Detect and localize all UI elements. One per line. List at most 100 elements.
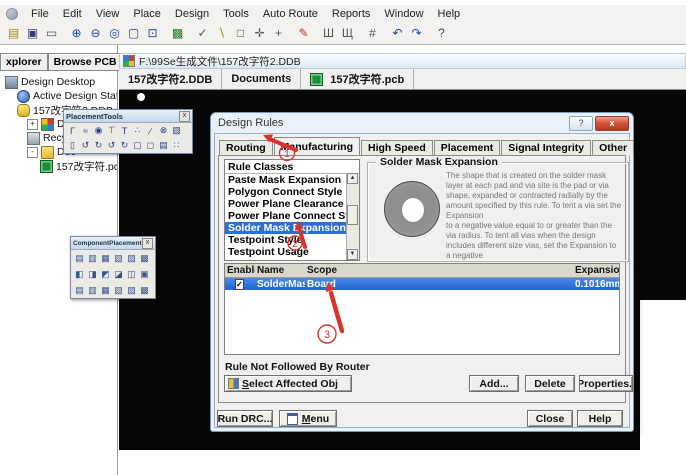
open-folder-icon[interactable]: ▤ — [5, 25, 22, 42]
rule-class-item[interactable]: Testpoint Style — [225, 234, 359, 246]
spread-tool-icon[interactable]: ▧ — [112, 251, 125, 265]
doc-tab-pcb[interactable]: 157改字符.pcb — [301, 69, 414, 89]
zoom-document-icon[interactable]: ▢ — [125, 25, 142, 42]
align-tool-icon[interactable]: ◧ — [73, 267, 86, 281]
dialog-help-icon[interactable]: ? — [569, 116, 593, 131]
menu-design[interactable]: Design — [168, 7, 216, 21]
library2-icon[interactable]: Щ — [339, 25, 356, 42]
image-icon[interactable]: ▩ — [169, 25, 186, 42]
add-button[interactable]: Add... — [469, 375, 519, 392]
arc-edge-tool-icon[interactable]: ↺ — [105, 139, 118, 152]
redo-icon[interactable]: ↷ — [408, 25, 425, 42]
scroll-up-icon[interactable]: ▲ — [347, 173, 358, 184]
spread-tool-icon[interactable]: ▨ — [125, 251, 138, 265]
rule-class-item[interactable]: Paste Mask Expansion — [225, 174, 359, 186]
tree-item-pcb-file[interactable]: 157改字符.pcb — [0, 159, 117, 173]
menu-window[interactable]: Window — [377, 7, 430, 21]
run-drc-button[interactable]: Run DRC... — [217, 410, 273, 427]
zoom-in-icon[interactable]: ⊕ — [68, 25, 85, 42]
rule-class-item[interactable]: Power Plane Connect Sty — [225, 210, 359, 222]
menu-view[interactable]: View — [89, 7, 127, 21]
align-tool-icon[interactable]: ◩ — [99, 267, 112, 281]
track-tool-icon[interactable]: Γ — [66, 124, 79, 137]
array-tool-icon[interactable]: ∷ — [170, 139, 183, 152]
component-placement-titlebar[interactable]: ComponentPlacement x — [71, 237, 155, 250]
rectangle-fill-tool-icon[interactable]: ▢ — [131, 139, 144, 152]
wire-tool-icon[interactable]: ≈ — [79, 124, 92, 137]
align-tool-icon[interactable]: ◨ — [86, 267, 99, 281]
place-tool-icon[interactable]: ▥ — [86, 283, 99, 297]
align-tool-icon[interactable]: ◪ — [112, 267, 125, 281]
full-circle-tool-icon[interactable]: ↻ — [118, 139, 131, 152]
spread-tool-icon[interactable]: ▩ — [138, 251, 151, 265]
align-tool-icon[interactable]: ▣ — [138, 267, 151, 281]
dialog-close-icon[interactable]: x — [595, 116, 629, 131]
scrollbar-thumb[interactable] — [347, 205, 358, 225]
place-tool-icon[interactable]: ▤ — [73, 283, 86, 297]
tab-routing[interactable]: Routing — [219, 140, 273, 155]
save-icon[interactable]: ▣ — [24, 25, 41, 42]
properties-button[interactable]: Properties.. — [579, 375, 633, 392]
tab-placement[interactable]: Placement — [434, 140, 501, 155]
help-button[interactable]: Help — [577, 410, 623, 427]
menu-help[interactable]: Help — [431, 7, 468, 21]
tree-item-design-desktop[interactable]: Design Desktop — [0, 75, 117, 89]
tab-manufacturing[interactable]: Manufacturing — [274, 137, 360, 155]
arrange-tool-icon[interactable]: ▤ — [73, 251, 86, 265]
move-icon[interactable]: ✛ — [251, 25, 268, 42]
place-tool-icon[interactable]: ▩ — [138, 283, 151, 297]
dimension-tool-icon[interactable]: ∴ — [131, 124, 144, 137]
menu-autoroute[interactable]: Auto Route — [256, 7, 325, 21]
via-tool-icon[interactable]: ⊤ — [105, 124, 118, 137]
expander-icon[interactable]: + — [27, 119, 38, 130]
rule-class-item[interactable]: Testpoint Usage — [225, 246, 359, 258]
arc-tool-icon[interactable]: ↺ — [79, 139, 92, 152]
text-tool-icon[interactable]: T — [118, 124, 131, 137]
select-affected-button[interactable]: Select Affected Obj — [224, 375, 352, 392]
zoom-all-icon[interactable]: ◎ — [106, 25, 123, 42]
menu-tools[interactable]: Tools — [216, 7, 256, 21]
doc-tab-ddb[interactable]: 157改字符2.DDB — [119, 69, 222, 89]
rule-class-item[interactable]: Polygon Connect Style — [225, 186, 359, 198]
menu-file[interactable]: File — [24, 7, 56, 21]
print-icon[interactable]: ▭ — [43, 25, 60, 42]
rule-classes-scrollbar[interactable]: ▲ ▼ — [346, 173, 359, 260]
table-row[interactable]: ✓ SolderMaskExp Board 0.1016mm — [225, 278, 619, 290]
arrange-tool-icon[interactable]: ▦ — [99, 251, 112, 265]
place-tool-icon[interactable]: ▦ — [99, 283, 112, 297]
dialog-titlebar[interactable]: Design Rules ? x — [211, 113, 633, 132]
menu-reports[interactable]: Reports — [325, 7, 378, 21]
room-tool-icon[interactable]: ▯ — [66, 139, 79, 152]
place-tool-icon[interactable]: ▨ — [125, 283, 138, 297]
undo-icon[interactable]: ↶ — [389, 25, 406, 42]
tree-item-active-station[interactable]: Active Design Station — [0, 89, 117, 103]
enabled-checkbox[interactable]: ✓ — [235, 279, 244, 290]
zoom-out-icon[interactable]: ⊖ — [87, 25, 104, 42]
align-tool-icon[interactable]: ◫ — [125, 267, 138, 281]
close-icon[interactable]: x — [179, 111, 190, 122]
pad-tool-icon[interactable]: ◉ — [92, 124, 105, 137]
arrange-tool-icon[interactable]: ▥ — [86, 251, 99, 265]
no-erc-tool-icon[interactable]: ⊗ — [157, 124, 170, 137]
rule-class-item[interactable]: Power Plane Clearance — [225, 198, 359, 210]
cross-cursor-icon[interactable]: + — [270, 25, 287, 42]
tab-browse-pcb[interactable]: Browse PCB — [48, 53, 123, 71]
placement-tools-titlebar[interactable]: PlacementTools x — [64, 110, 192, 123]
library-icon[interactable]: Ш — [320, 25, 337, 42]
scroll-down-icon[interactable]: ▼ — [347, 249, 358, 260]
line-icon[interactable]: ∖ — [213, 25, 230, 42]
help-icon[interactable]: ? — [433, 25, 450, 42]
pencil-icon[interactable]: ✎ — [295, 25, 312, 42]
tab-signal-integrity[interactable]: Signal Integrity — [501, 140, 591, 155]
zoom-area-icon[interactable]: ⊡ — [144, 25, 161, 42]
tab-other[interactable]: Other — [592, 140, 634, 155]
menu-edit[interactable]: Edit — [56, 7, 89, 21]
place-tool-icon[interactable]: ▧ — [112, 283, 125, 297]
select-area-icon[interactable]: □ — [232, 25, 249, 42]
grid-icon[interactable]: # — [364, 25, 381, 42]
line-tool-icon[interactable]: ∕ — [144, 124, 157, 137]
fill-tool-icon[interactable]: ▨ — [170, 124, 183, 137]
tab-high-speed[interactable]: High Speed — [361, 140, 433, 155]
doc-tab-documents[interactable]: Documents — [222, 69, 301, 89]
close-button[interactable]: Close — [527, 410, 573, 427]
